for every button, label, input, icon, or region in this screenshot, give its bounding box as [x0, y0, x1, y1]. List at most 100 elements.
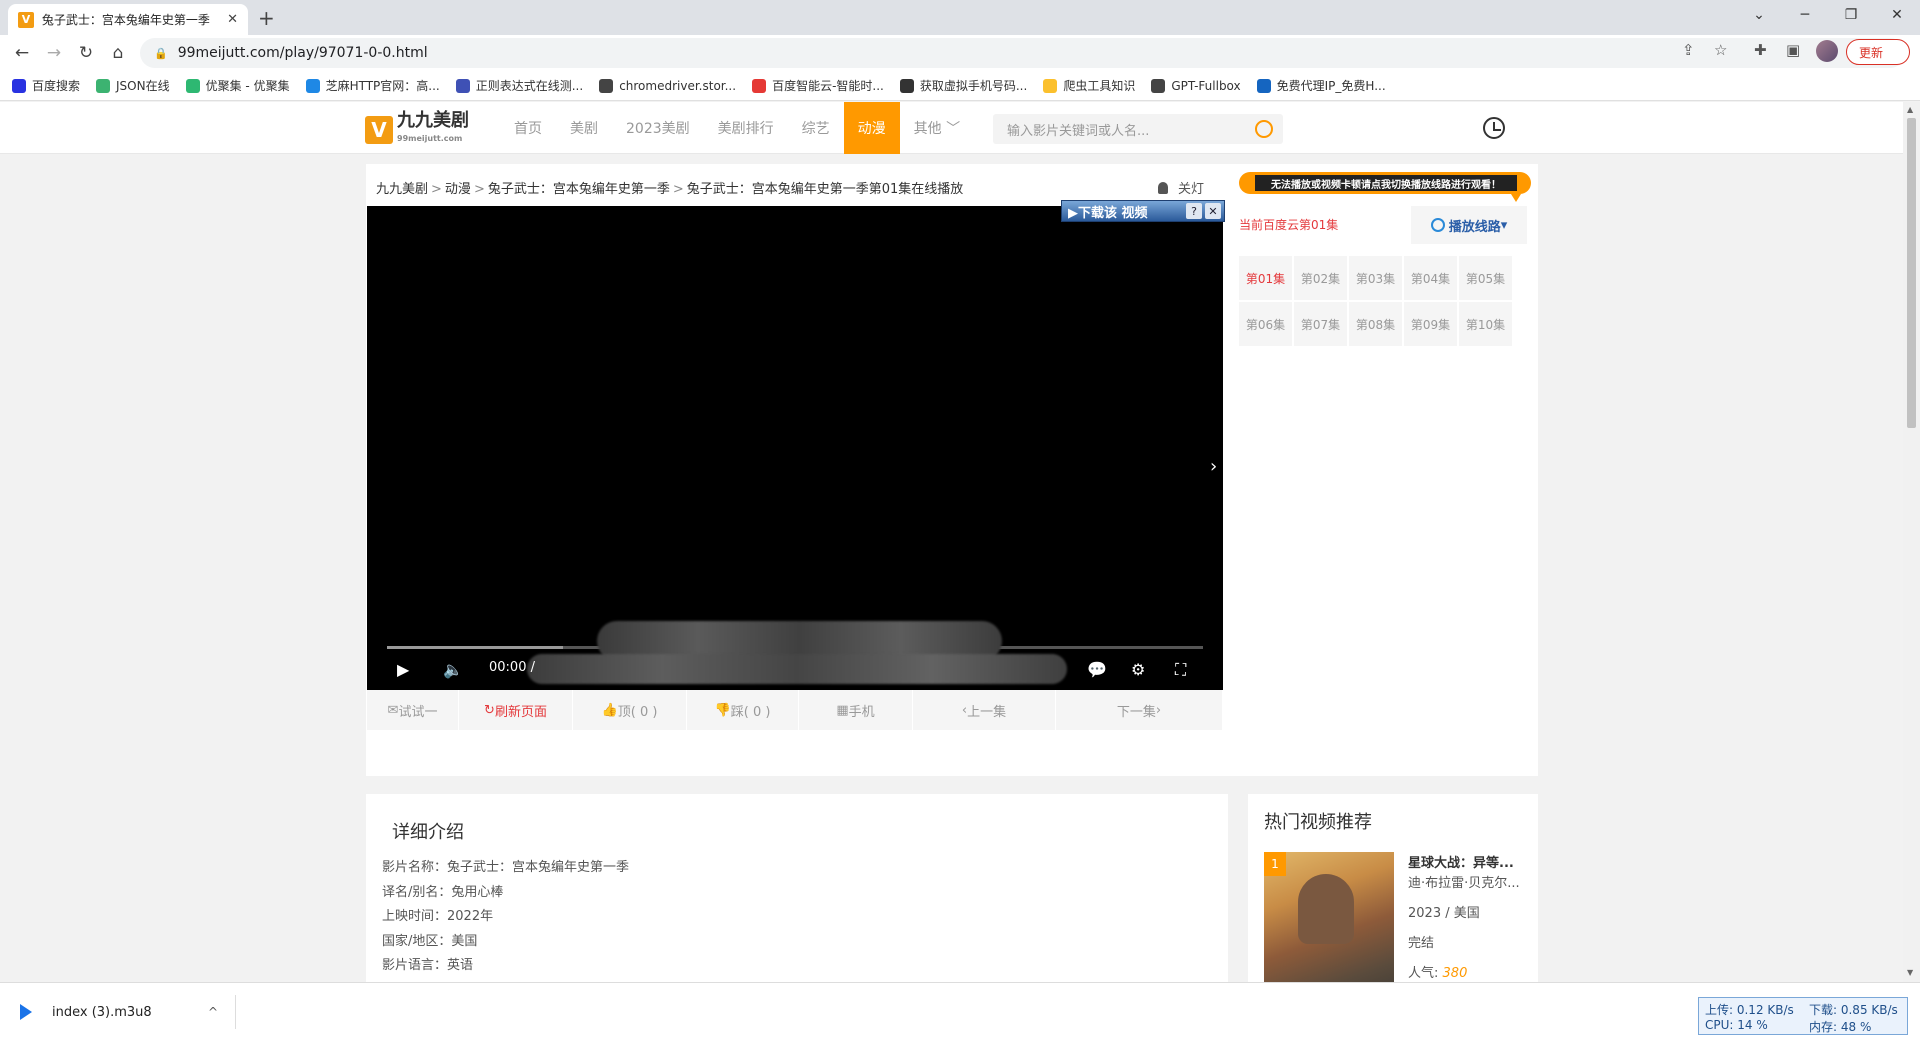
chevron-up-icon[interactable]: ^: [208, 1005, 218, 1019]
browser-toolbar: ← → ↻ ⌂ 🔒 99meijutt.com/play/97071-0-0.h…: [0, 35, 1920, 71]
share-icon[interactable]: ⇪: [1682, 41, 1695, 59]
maximize-button[interactable]: ❐: [1828, 0, 1874, 30]
bookmark-favicon-icon: [185, 78, 200, 93]
hot-title[interactable]: 星球大战：异等...: [1408, 852, 1514, 871]
fullscreen-icon[interactable]: ⛶: [1175, 660, 1186, 680]
refresh-page-button[interactable]: ↻ 刷新页面: [459, 690, 573, 730]
next-arrow-icon[interactable]: ›: [1210, 456, 1217, 477]
episode-item[interactable]: 第07集: [1294, 302, 1347, 346]
logo-subtitle: 99meijutt.com: [397, 134, 463, 143]
scroll-down-icon[interactable]: ▼: [1907, 968, 1913, 977]
episode-item[interactable]: 第01集: [1239, 256, 1292, 300]
video-player[interactable]: ▶下载该 视频 ? ✕ › ▶ 🔈 00:00 / 💬 ⚙ ⛶: [367, 200, 1225, 690]
forward-icon[interactable]: →: [42, 41, 66, 65]
nav-item[interactable]: 动漫: [843, 102, 900, 154]
site-logo[interactable]: V 九九美剧 99meijutt.com: [365, 112, 469, 148]
help-icon[interactable]: ?: [1186, 203, 1202, 219]
nav-item[interactable]: 2023美剧: [612, 102, 704, 154]
minimize-button[interactable]: ─: [1782, 0, 1828, 30]
settings-gear-icon[interactable]: ⚙: [1131, 660, 1145, 679]
volume-icon[interactable]: 🔈: [443, 660, 463, 679]
history-clock-icon[interactable]: [1483, 117, 1505, 139]
nav-item[interactable]: 美剧: [556, 102, 612, 154]
url-text[interactable]: 99meijutt.com/play/97071-0-0.html: [178, 45, 428, 61]
bookmark-item[interactable]: 正则表达式在线测...: [455, 77, 583, 94]
search-placeholder: 输入影片关键词或人名...: [1007, 123, 1150, 139]
episode-item[interactable]: 第05集: [1459, 256, 1512, 300]
main-nav: 首页 美剧 2023美剧 美剧排行 综艺 动漫 其他 ﹀: [500, 102, 974, 154]
thumbs-up-button[interactable]: 👍 顶( 0 ): [573, 690, 687, 730]
home-icon[interactable]: ⌂: [106, 41, 130, 65]
bookmark-item[interactable]: GPT-Fullbox: [1151, 78, 1241, 93]
thumbs-down-icon: 👎: [714, 702, 731, 718]
switch-route-banner[interactable]: 无法播放或视频卡顿请点我切换播放线路进行观看！: [1239, 172, 1531, 202]
new-tab-button[interactable]: +: [258, 6, 275, 30]
breadcrumb-item[interactable]: 动漫: [445, 182, 471, 197]
breadcrumb-separator: >: [473, 182, 485, 197]
hot-videos: 热门视频推荐 1 星球大战：异等... 迪·布拉雷·贝克尔... 2023 / …: [1248, 794, 1538, 982]
bookmark-item[interactable]: 百度搜索: [12, 77, 80, 94]
bookmark-favicon-icon: [305, 78, 320, 93]
danmaku-icon[interactable]: 💬: [1087, 660, 1107, 679]
episode-item[interactable]: 第08集: [1349, 302, 1402, 346]
bookmark-item[interactable]: 获取虚拟手机号码...: [899, 77, 1027, 94]
nav-item[interactable]: 美剧排行: [704, 102, 788, 154]
close-badge-icon[interactable]: ✕: [1205, 203, 1221, 219]
nav-item[interactable]: 首页: [500, 102, 556, 154]
scroll-thumb[interactable]: [1907, 118, 1916, 428]
bookmark-item[interactable]: 芝麻HTTP官网：高...: [305, 77, 440, 94]
bookmark-star-icon[interactable]: ☆: [1714, 41, 1727, 59]
tab-title: 兔子武士：宫本兔编年史第一季: [41, 13, 210, 27]
logo-text: 九九美剧 99meijutt.com: [397, 112, 469, 148]
extensions-icon[interactable]: ✚: [1754, 41, 1767, 59]
episode-item[interactable]: 第02集: [1294, 256, 1347, 300]
bookmark-item[interactable]: 百度智能云-智能时...: [752, 77, 884, 94]
update-button[interactable]: 更新: [1846, 39, 1910, 65]
episode-item[interactable]: 第04集: [1404, 256, 1457, 300]
thumbs-down-button[interactable]: 👎 踩( 0 ): [687, 690, 799, 730]
episode-item[interactable]: 第03集: [1349, 256, 1402, 300]
bookmark-item[interactable]: 爬虫工具知识: [1043, 77, 1135, 94]
episode-item[interactable]: 第09集: [1404, 302, 1457, 346]
buffered-bar: [387, 646, 563, 649]
video-poster[interactable]: 1: [1264, 852, 1394, 982]
bookmark-item[interactable]: 免费代理IP_免费H...: [1256, 77, 1386, 94]
episode-item[interactable]: 第06集: [1239, 302, 1292, 346]
bookmark-item[interactable]: 优聚集 - 优聚集: [185, 77, 290, 94]
breadcrumb-item: 兔子武士：宫本兔编年史第一季第01集在线播放: [686, 182, 964, 197]
nav-item[interactable]: 其他 ﹀: [900, 102, 974, 154]
download-item[interactable]: index (3).m3u8 ^: [14, 995, 236, 1029]
network-monitor-widget[interactable]: 上传: 0.12 KB/s 下载: 0.85 KB/s CPU: 14 % 内存…: [1698, 997, 1908, 1035]
browser-tab[interactable]: V 兔子武士：宫本兔编年史第一季 ✕: [8, 4, 248, 35]
mobile-qr-button[interactable]: ▦ 手机: [799, 690, 913, 730]
up-label: 顶( 0 ): [617, 704, 658, 720]
nav-item[interactable]: 综艺: [788, 102, 844, 154]
try-button[interactable]: ✉ 试试一: [367, 690, 459, 730]
download-video-badge[interactable]: ▶下载该 视频 ? ✕: [1061, 200, 1225, 222]
episode-item[interactable]: 第10集: [1459, 302, 1512, 346]
lights-off-button[interactable]: 关灯: [1158, 178, 1204, 197]
reload-icon[interactable]: ↻: [74, 41, 98, 65]
lights-off-label: 关灯: [1178, 182, 1205, 197]
next-episode-button[interactable]: 下一集 ›: [1056, 690, 1223, 730]
breadcrumb-item[interactable]: 九九美剧: [376, 182, 428, 197]
tab-close-icon[interactable]: ✕: [227, 12, 238, 27]
search-icon[interactable]: [1255, 120, 1273, 138]
bookmark-item[interactable]: chromedriver.stor...: [599, 78, 736, 93]
address-bar[interactable]: 🔒 99meijutt.com/play/97071-0-0.html: [140, 38, 1905, 68]
close-window-button[interactable]: ✕: [1874, 0, 1920, 30]
lock-icon[interactable]: 🔒: [154, 47, 168, 60]
play-icon[interactable]: ▶: [397, 660, 409, 679]
tab-search-icon[interactable]: ⌄: [1736, 0, 1782, 30]
profile-avatar[interactable]: [1816, 40, 1838, 62]
breadcrumb-item[interactable]: 兔子武士：宫本兔编年史第一季: [488, 182, 670, 197]
popularity-value: 380: [1442, 966, 1468, 981]
search-input[interactable]: 输入影片关键词或人名...: [993, 114, 1283, 144]
scroll-up-icon[interactable]: ▲: [1907, 105, 1913, 114]
side-panel-icon[interactable]: ▣: [1786, 41, 1800, 59]
back-icon[interactable]: ←: [10, 41, 34, 65]
play-route-dropdown[interactable]: 播放线路 ▾: [1411, 206, 1527, 244]
prev-episode-button[interactable]: ‹ 上一集: [913, 690, 1056, 730]
page-scrollbar[interactable]: ▲ ▼: [1903, 102, 1920, 982]
bookmark-item[interactable]: JSON在线: [96, 77, 170, 94]
